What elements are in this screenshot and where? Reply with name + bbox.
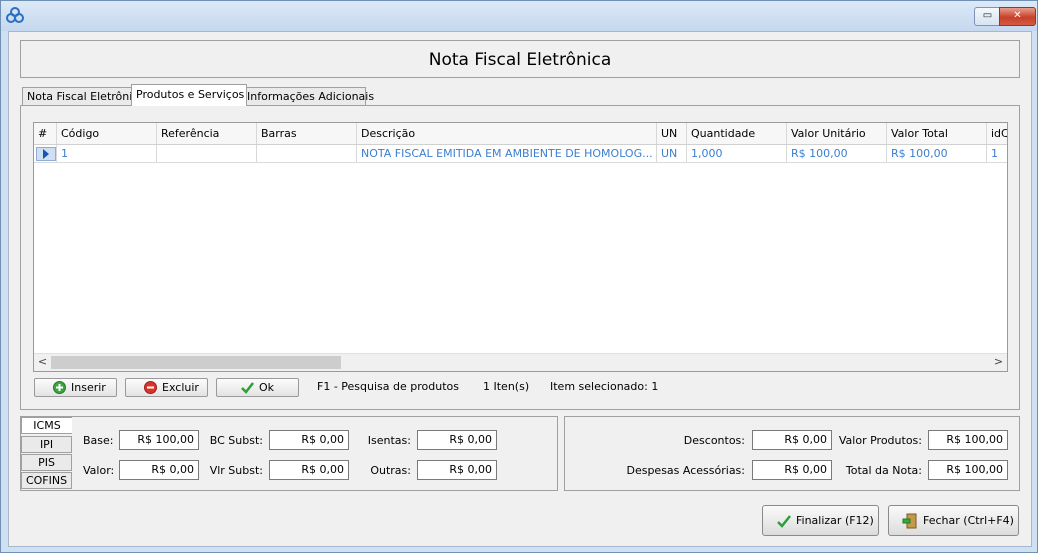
tax-tab-cofins[interactable]: COFINS: [21, 472, 72, 489]
col-header-referencia[interactable]: Referência: [157, 123, 257, 144]
app-logo-icon: [6, 7, 24, 23]
tax-panel: ICMS IPI PIS COFINS Base: R$ 100,00 Valo…: [20, 416, 558, 491]
col-header-descricao[interactable]: Descrição: [357, 123, 657, 144]
scroll-left-button[interactable]: <: [34, 354, 51, 371]
isentas-label: Isentas:: [367, 434, 411, 447]
page-title: Nota Fiscal Eletrônica: [428, 50, 612, 70]
totals-panel: Descontos: R$ 0,00 Despesas Acessórias: …: [564, 416, 1020, 491]
cell-quantidade[interactable]: 1,000: [687, 145, 787, 163]
remove-icon: [144, 381, 157, 394]
selected-item: Item selecionado: 1: [550, 380, 659, 393]
cell-valor-total[interactable]: R$ 100,00: [887, 145, 987, 163]
col-header-barras[interactable]: Barras: [257, 123, 357, 144]
check-icon: [777, 515, 791, 528]
tab-produtos-servicos[interactable]: Produtos e Serviços: [131, 84, 247, 106]
vlr-subst-field[interactable]: R$ 0,00: [269, 460, 349, 480]
horizontal-scrollbar[interactable]: < >: [34, 353, 1007, 371]
inserir-button[interactable]: Inserir: [34, 378, 117, 397]
descontos-field[interactable]: R$ 0,00: [752, 430, 832, 450]
outras-field[interactable]: R$ 0,00: [417, 460, 497, 480]
products-grid[interactable]: # Código Referência Barras Descrição UN …: [33, 122, 1008, 372]
table-row[interactable]: 1 NOTA FISCAL EMITIDA EM AMBIENTE DE HOM…: [34, 145, 1007, 163]
bc-subst-label: BC Subst:: [209, 434, 263, 447]
col-header-valor-unitario[interactable]: Valor Unitário: [787, 123, 887, 144]
tab-nota-fiscal[interactable]: Nota Fiscal Eletrônica: [22, 87, 145, 106]
cell-codigo[interactable]: 1: [57, 145, 157, 163]
valor-label: Valor:: [83, 464, 115, 477]
col-header-idc[interactable]: idC: [987, 123, 1007, 144]
cell-un[interactable]: UN: [657, 145, 687, 163]
ok-label: Ok: [259, 381, 275, 394]
col-header-quantidade[interactable]: Quantidade: [687, 123, 787, 144]
cell-descricao[interactable]: NOTA FISCAL EMITIDA EM AMBIENTE DE HOMOL…: [357, 145, 657, 163]
base-label: Base:: [83, 434, 114, 447]
valor-produtos-field[interactable]: R$ 100,00: [928, 430, 1008, 450]
app-window: ▭ ✕ Nota Fiscal Eletrônica Nota Fiscal E…: [0, 0, 1038, 553]
despesas-label: Despesas Acessórias:: [626, 464, 745, 477]
cell-idc[interactable]: 1: [987, 145, 1007, 163]
title-bar[interactable]: ▭ ✕: [1, 1, 1037, 31]
valor-produtos-label: Valor Produtos:: [838, 434, 922, 447]
tab-informacoes-adicionais[interactable]: Informações Adicionais: [242, 87, 374, 106]
finalizar-button[interactable]: Finalizar (F12): [762, 505, 879, 536]
client-area: Nota Fiscal Eletrônica Nota Fiscal Eletr…: [8, 31, 1032, 547]
inserir-label: Inserir: [71, 381, 106, 394]
search-hint: F1 - Pesquisa de produtos: [317, 380, 459, 393]
products-panel: # Código Referência Barras Descrição UN …: [20, 105, 1020, 410]
outras-label: Outras:: [370, 464, 411, 477]
descontos-label: Descontos:: [683, 434, 745, 447]
check-icon: [241, 382, 254, 394]
close-button[interactable]: ✕: [999, 7, 1036, 26]
cell-referencia[interactable]: [157, 145, 257, 163]
excluir-button[interactable]: Excluir: [125, 378, 208, 397]
item-count: 1 Iten(s): [483, 380, 530, 393]
fechar-label: Fechar (Ctrl+F4): [923, 514, 1014, 527]
vlr-subst-label: Vlr Subst:: [209, 464, 263, 477]
exit-door-icon: [902, 513, 917, 529]
row-indicator-cell: [34, 145, 57, 163]
bc-subst-field[interactable]: R$ 0,00: [269, 430, 349, 450]
finalizar-label: Finalizar (F12): [796, 514, 874, 527]
base-field[interactable]: R$ 100,00: [119, 430, 199, 450]
scroll-right-button[interactable]: >: [990, 354, 1007, 371]
excluir-label: Excluir: [162, 381, 199, 394]
ok-button[interactable]: Ok: [216, 378, 299, 397]
minimize-button[interactable]: ▭: [974, 7, 1000, 26]
col-header-valor-total[interactable]: Valor Total: [887, 123, 987, 144]
total-nota-label: Total da Nota:: [845, 464, 922, 477]
total-nota-field[interactable]: R$ 100,00: [928, 460, 1008, 480]
tax-tab-ipi[interactable]: IPI: [21, 436, 72, 453]
cell-valor-unitario[interactable]: R$ 100,00: [787, 145, 887, 163]
tax-tab-icms[interactable]: ICMS: [21, 417, 72, 434]
valor-field[interactable]: R$ 0,00: [119, 460, 199, 480]
isentas-field[interactable]: R$ 0,00: [417, 430, 497, 450]
cell-barras[interactable]: [257, 145, 357, 163]
fechar-button[interactable]: Fechar (Ctrl+F4): [888, 505, 1019, 536]
row-pointer-icon: [36, 147, 56, 161]
header-panel: Nota Fiscal Eletrônica: [20, 40, 1020, 78]
tax-tab-pis[interactable]: PIS: [21, 454, 72, 471]
scroll-thumb[interactable]: [51, 356, 341, 369]
col-header-codigo[interactable]: Código: [57, 123, 157, 144]
col-header-index[interactable]: #: [34, 123, 57, 144]
grid-header: # Código Referência Barras Descrição UN …: [34, 123, 1007, 145]
add-icon: [53, 381, 66, 394]
despesas-field[interactable]: R$ 0,00: [752, 460, 832, 480]
col-header-un[interactable]: UN: [657, 123, 687, 144]
